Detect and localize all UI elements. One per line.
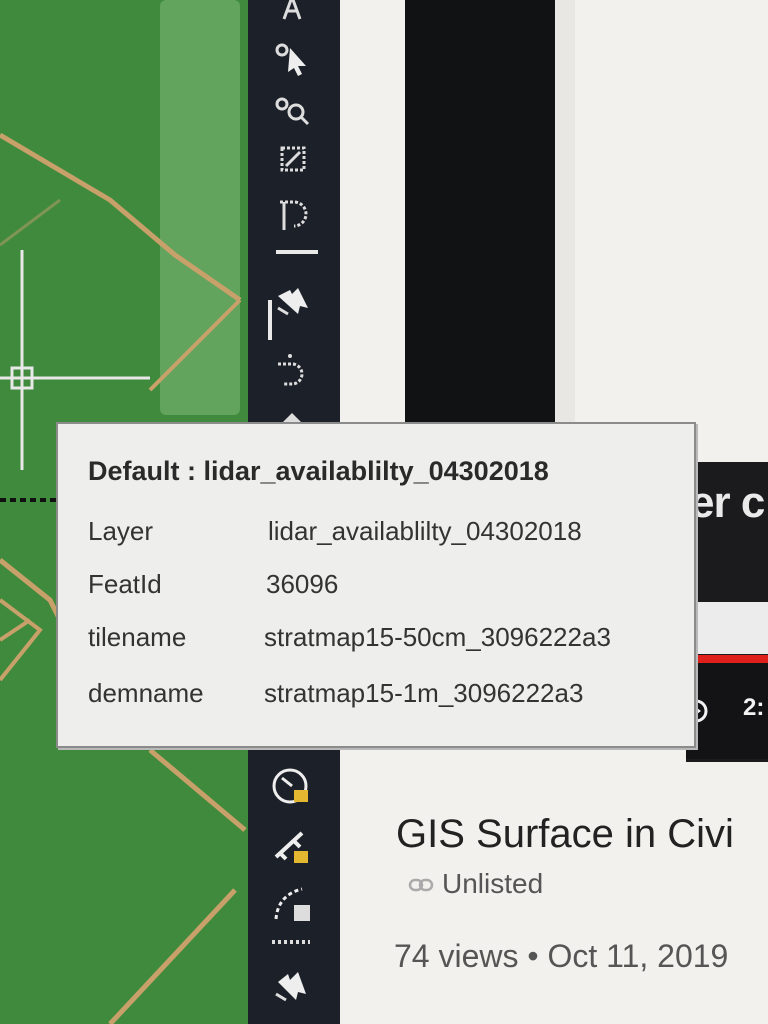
row-value: stratmap15-50cm_3096222a3: [264, 622, 611, 652]
dashed-arc-icon[interactable]: [266, 348, 318, 388]
visibility-badge: Unlisted: [408, 868, 543, 900]
multi-select-icon[interactable]: [266, 278, 318, 318]
feature-info-tooltip: Default : lidar_availablilty_04302018 La…: [56, 422, 696, 748]
row-key: tilename: [88, 622, 187, 652]
text-icon[interactable]: [266, 0, 318, 26]
curve-calc-icon[interactable]: [266, 884, 318, 924]
thumbnail-light-band: [686, 602, 768, 654]
toolbar-separator: [272, 940, 310, 944]
row-key: FeatId: [88, 569, 162, 599]
gauge-icon[interactable]: [266, 768, 318, 808]
dark-panel-strip: [405, 0, 555, 440]
row-key: Layer: [88, 516, 154, 546]
frame-icon[interactable]: [266, 140, 318, 180]
panel-gutter: [555, 0, 575, 440]
arc-icon[interactable]: [266, 194, 318, 234]
row-key: demname: [88, 678, 204, 708]
select-pointer-icon[interactable]: [266, 38, 318, 78]
row-value: lidar_availablilty_04302018: [268, 516, 582, 546]
video-progress-bar[interactable]: [686, 655, 768, 663]
row-value: stratmap15-1m_3096222a3: [264, 678, 584, 708]
visibility-label: Unlisted: [442, 868, 544, 899]
row-value: 36096: [266, 569, 339, 599]
thumbnail-text: er c: [690, 478, 765, 527]
pointer-select-icon[interactable]: [266, 962, 318, 1002]
toolbar-separator: [268, 300, 272, 340]
video-duration: 2:: [743, 694, 765, 721]
tooltip-title: Default : lidar_availablilty_04302018: [88, 456, 549, 486]
video-views-date: 74 views • Oct 11, 2019: [394, 938, 729, 974]
toolbar-separator: [276, 250, 318, 254]
link-icon: [408, 868, 434, 900]
video-title[interactable]: GIS Surface in Civi: [396, 812, 734, 857]
measure-icon[interactable]: [266, 826, 318, 866]
zoom-select-icon[interactable]: [266, 90, 318, 130]
